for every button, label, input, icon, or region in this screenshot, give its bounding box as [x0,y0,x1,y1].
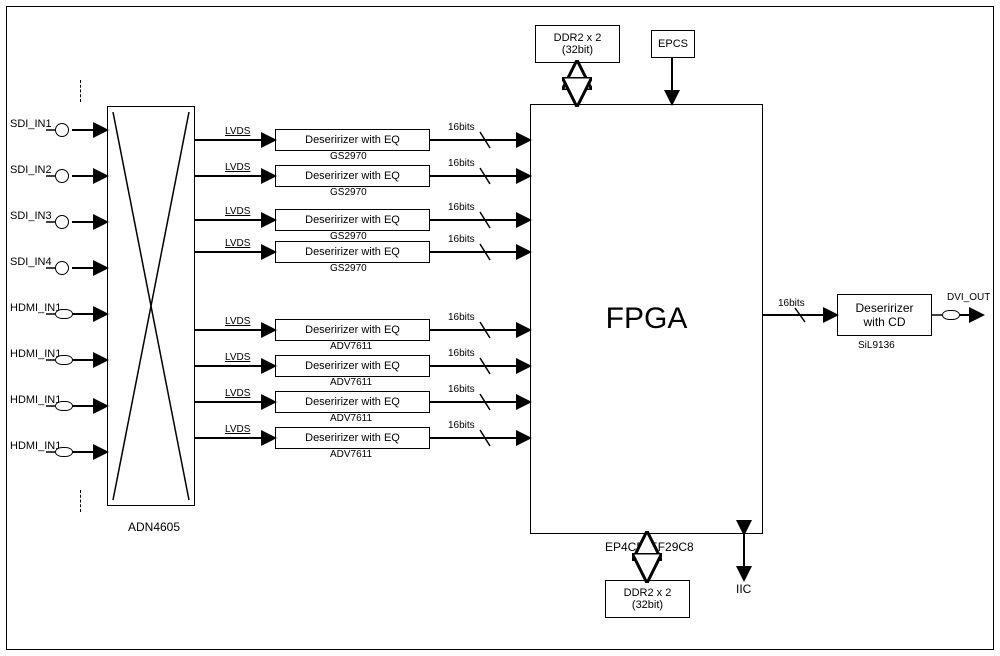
input-label-hdmi1: HDMI_IN1 [10,302,61,314]
lvds-label: LVDS [225,316,250,327]
input-ellipsis-top [80,80,81,102]
deserializer-block: Deseririzer with EQ [275,391,430,413]
epcs-block: EPCS [651,30,695,58]
input-label-hdmi3: HDMI_IN1 [10,394,61,406]
input-label-sdi4: SDI_IN4 [10,256,52,268]
lvds-label: LVDS [225,126,250,137]
bus-width-label: 16bits [448,312,475,323]
lvds-label: LVDS [225,206,250,217]
deserializer-block: Deseririzer with EQ [275,209,430,231]
deserializer-block: Deseririzer with EQ [275,129,430,151]
deserializer-block: Deseririzer with EQ [275,165,430,187]
deserializer-block: Deseririzer with EQ [275,319,430,341]
lvds-label: LVDS [225,424,250,435]
lvds-label: LVDS [225,238,250,249]
input-conn-sdi1 [55,123,69,137]
input-conn-sdi2 [55,169,69,183]
fpga-out-bus: 16bits [778,298,805,309]
deserializer-partnum: ADV7611 [330,413,372,424]
input-conn-hdmi4 [55,447,73,457]
bus-width-label: 16bits [448,122,475,133]
bus-width-label: 16bits [448,384,475,395]
iic-label: IIC [736,582,751,596]
dvi-out-label: DVI_OUT [947,292,990,303]
dvi-out-connector [942,310,960,320]
bus-width-label: 16bits [448,158,475,169]
input-conn-sdi4 [55,261,69,275]
bus-width-label: 16bits [448,420,475,431]
input-ellipsis-bot [80,490,81,512]
bus-width-label: 16bits [448,234,475,245]
deserializer-block: Deseririzer with EQ [275,355,430,377]
crosspoint-switch [107,106,195,506]
input-conn-hdmi2 [55,355,73,365]
fpga-partnum: EP4CE75F29C8 [605,540,694,554]
lvds-label: LVDS [225,388,250,399]
input-label-sdi1: SDI_IN1 [10,118,52,130]
input-label-hdmi2: HDMI_IN1 [10,348,61,360]
deserializer-partnum: GS2970 [330,187,367,198]
lvds-label: LVDS [225,162,250,173]
input-conn-hdmi1 [55,309,73,319]
output-deserializer: Deseririzer with CD [837,294,932,336]
lvds-label: LVDS [225,352,250,363]
input-conn-sdi3 [55,215,69,229]
bus-width-label: 16bits [448,348,475,359]
deserializer-partnum: ADV7611 [330,341,372,352]
input-conn-hdmi3 [55,401,73,411]
input-label-sdi2: SDI_IN2 [10,164,52,176]
crosspoint-label: ADN4605 [128,520,180,534]
deserializer-block: Deseririzer with EQ [275,427,430,449]
fpga-block: FPGA [530,104,763,534]
deserializer-block: Deseririzer with EQ [275,241,430,263]
bus-width-label: 16bits [448,202,475,213]
deserializer-partnum: GS2970 [330,151,367,162]
input-label-sdi3: SDI_IN3 [10,210,52,222]
deserializer-partnum: ADV7611 [330,377,372,388]
output-deserializer-part: SiL9136 [858,340,895,351]
deserializer-partnum: ADV7611 [330,449,372,460]
ddr2-bottom-block: DDR2 x 2 (32bit) [605,580,690,618]
input-label-hdmi4: HDMI_IN1 [10,440,61,452]
fpga-label: FPGA [606,302,688,336]
deserializer-partnum: GS2970 [330,263,367,274]
ddr2-top-block: DDR2 x 2 (32bit) [535,25,620,63]
